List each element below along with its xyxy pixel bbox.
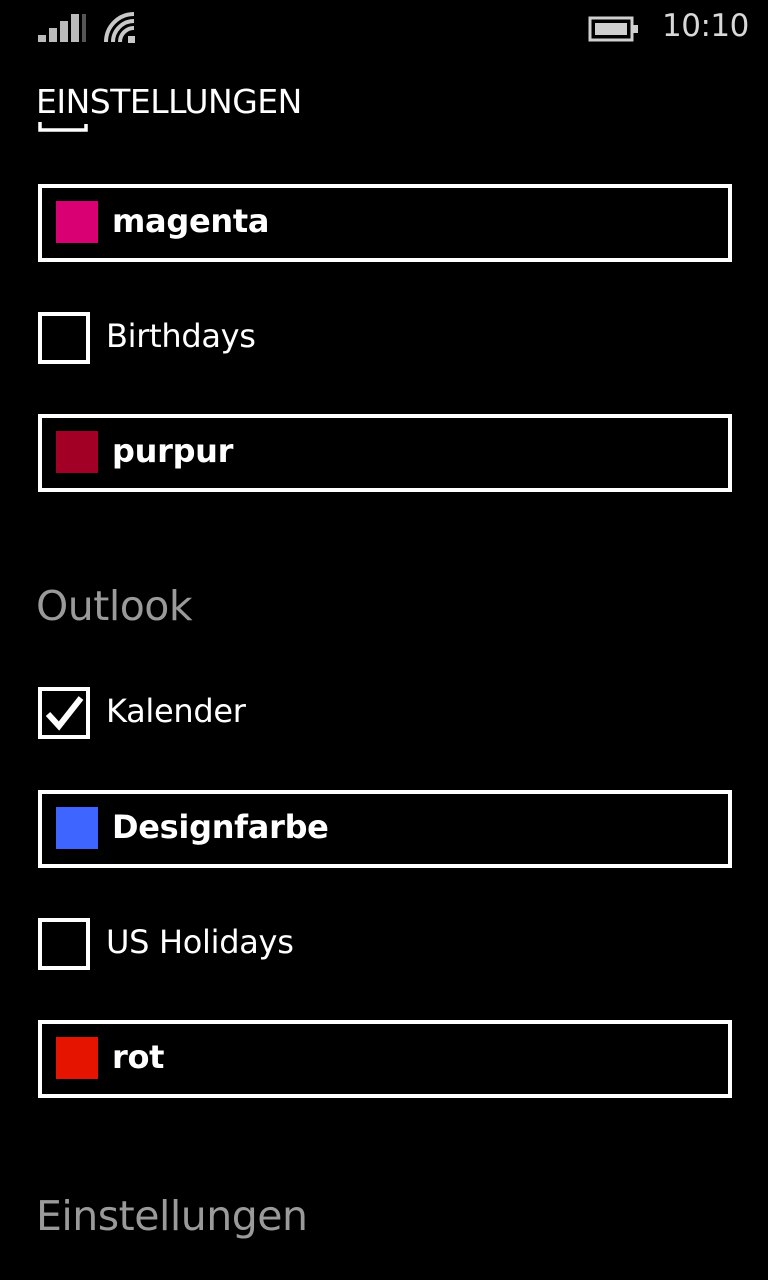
status-bar: 10:10 xyxy=(0,0,768,56)
title-underline-icon xyxy=(38,122,88,132)
signal-strength-icon xyxy=(38,12,88,42)
wifi-icon xyxy=(104,12,135,43)
color-picker-magenta[interactable]: magenta xyxy=(38,184,732,262)
color-picker-label: rot xyxy=(112,1038,165,1076)
checkbox-checked[interactable] xyxy=(38,687,90,739)
checkbox-label: Kalender xyxy=(106,692,246,730)
color-picker-rot[interactable]: rot xyxy=(38,1020,732,1098)
color-swatch xyxy=(56,431,98,473)
checkbox-us-holidays[interactable]: US Holidays xyxy=(38,918,728,974)
checkbox-unchecked[interactable] xyxy=(38,312,90,364)
color-swatch xyxy=(56,1037,98,1079)
color-swatch xyxy=(56,201,98,243)
checkbox-kalender[interactable]: Kalender xyxy=(38,687,728,743)
color-picker-designfarbe[interactable]: Designfarbe xyxy=(38,790,732,868)
battery-icon xyxy=(588,16,638,42)
clock: 10:10 xyxy=(662,8,749,44)
color-swatch xyxy=(56,807,98,849)
checkbox-unchecked[interactable] xyxy=(38,918,90,970)
checkbox-label: Birthdays xyxy=(106,317,256,355)
checkmark-icon xyxy=(45,696,84,731)
color-picker-label: purpur xyxy=(112,432,234,470)
checkbox-birthdays[interactable]: Birthdays xyxy=(38,312,728,368)
color-picker-label: magenta xyxy=(112,202,270,240)
color-picker-purpur[interactable]: purpur xyxy=(38,414,732,492)
section-header-outlook: Outlook xyxy=(36,582,193,630)
checkbox-label: US Holidays xyxy=(106,923,294,961)
color-picker-label: Designfarbe xyxy=(112,808,329,846)
page-title: EINSTELLUNGEN xyxy=(36,82,302,121)
section-header-einstellungen[interactable]: Einstellungen xyxy=(36,1192,308,1240)
